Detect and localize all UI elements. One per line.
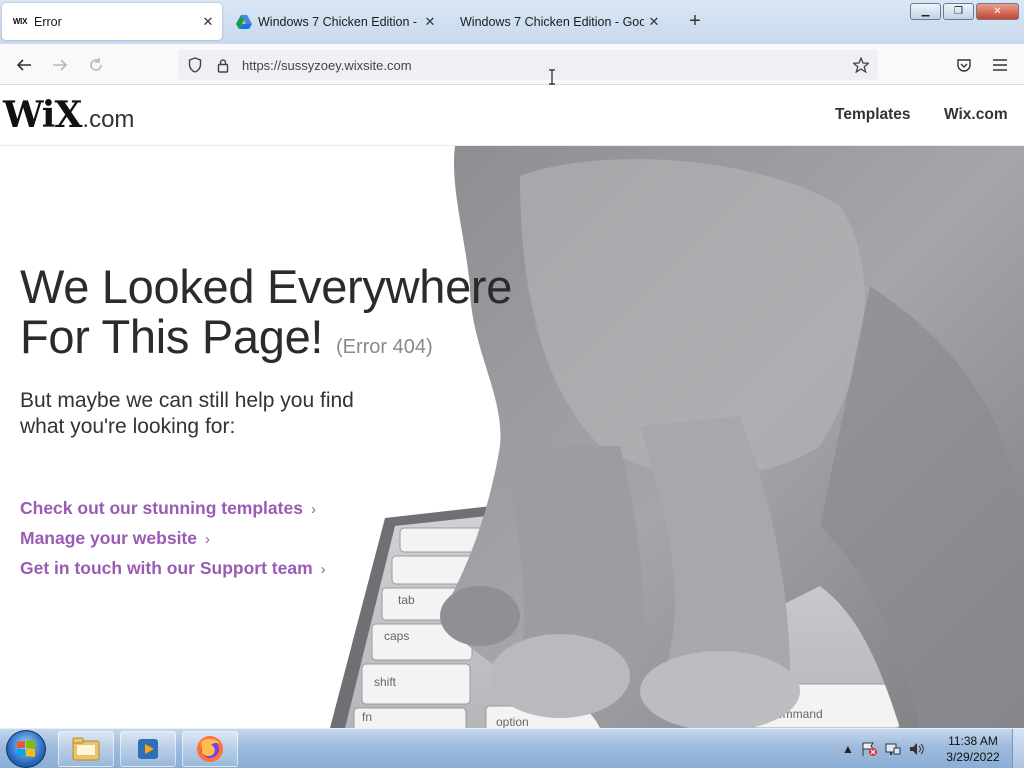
chevron-right-icon: ›	[310, 501, 316, 518]
svg-text:shift: shift	[374, 675, 397, 689]
network-icon[interactable]	[884, 741, 902, 757]
start-button[interactable]	[6, 730, 46, 768]
wix-logo-wordmark: WiX	[3, 94, 82, 136]
explorer-taskbar-button[interactable]	[58, 731, 114, 767]
svg-text:caps: caps	[384, 629, 409, 643]
tab-title: Windows 7 Chicken Edition - Go	[258, 14, 420, 29]
system-tray: ▲	[842, 729, 926, 768]
back-arrow-icon[interactable]	[12, 53, 36, 77]
media-player-taskbar-button[interactable]	[120, 731, 176, 767]
restore-icon[interactable]: ❐	[943, 3, 974, 20]
minimize-icon[interactable]: ▁	[910, 3, 941, 20]
templates-link[interactable]: Check out our stunning templates ›	[20, 496, 326, 526]
page-heading: We Looked Everywhere For This Page! (Err…	[20, 262, 512, 372]
google-drive-icon	[236, 14, 252, 30]
close-tab-icon[interactable]: ✕	[420, 12, 440, 32]
svg-text:fn: fn	[362, 710, 372, 724]
wix-logo[interactable]: WiX .com	[3, 94, 134, 136]
subtext: But maybe we can still help you find wha…	[20, 389, 354, 438]
action-center-flag-icon[interactable]	[860, 741, 878, 757]
wix-header: WiX .com Templates Wix.com	[0, 85, 1024, 146]
hamburger-menu-icon[interactable]	[988, 53, 1012, 77]
tab-windows7-1[interactable]: Windows 7 Chicken Edition - Go ✕	[226, 3, 444, 40]
nav-wixcom-link[interactable]: Wix.com	[944, 106, 1008, 124]
new-tab-plus-icon[interactable]: +	[684, 11, 706, 33]
reload-icon[interactable]	[84, 53, 108, 77]
pocket-icon[interactable]	[952, 53, 976, 77]
nav-templates-link[interactable]: Templates	[835, 106, 911, 124]
svg-text:option: option	[496, 715, 529, 728]
show-desktop-button[interactable]	[1012, 729, 1024, 768]
volume-icon[interactable]	[908, 741, 926, 757]
close-window-icon[interactable]: ✕	[976, 3, 1019, 20]
clock-time: 11:38 AM	[948, 734, 998, 748]
window-controls: ▁ ❐ ✕	[910, 3, 1019, 20]
chevron-right-icon: ›	[320, 561, 326, 578]
firefox-icon	[197, 736, 223, 762]
tab-title: Error	[34, 14, 62, 29]
tab-error[interactable]: WIX Error ✕	[2, 3, 222, 40]
heading-line1: We Looked Everywhere	[20, 260, 513, 313]
forward-arrow-icon[interactable]	[48, 53, 72, 77]
tracking-shield-icon[interactable]	[184, 54, 206, 76]
address-bar[interactable]: https://sussyzoey.wixsite.com	[178, 50, 878, 80]
help-links: Check out our stunning templates › Manage…	[20, 496, 326, 586]
tab-title: Windows 7 Chicken Edition - Googl	[460, 14, 644, 29]
error-code: (Error 404)	[335, 336, 433, 358]
close-tab-icon[interactable]: ✕	[644, 12, 664, 32]
nav-toolbar: https://sussyzoey.wixsite.com	[0, 44, 1024, 85]
windows-logo-icon	[17, 740, 35, 757]
hero-section: tab caps shift fn option command We Look…	[0, 146, 1024, 728]
support-link-label: Get in touch with our Support team	[20, 558, 313, 578]
wix-favicon-icon: WIX	[12, 17, 28, 26]
system-clock[interactable]: 11:38 AM 3/29/2022	[938, 733, 1008, 765]
text-cursor-icon	[549, 69, 555, 85]
heading-line2: For This Page!	[20, 310, 324, 363]
bookmark-star-icon[interactable]	[850, 54, 872, 76]
support-link[interactable]: Get in touch with our Support team ›	[20, 556, 326, 586]
manage-website-link[interactable]: Manage your website ›	[20, 526, 326, 556]
chevron-right-icon: ›	[205, 531, 210, 548]
url-text[interactable]: https://sussyzoey.wixsite.com	[242, 58, 412, 73]
close-tab-icon[interactable]: ✕	[198, 12, 218, 32]
media-player-icon	[138, 739, 158, 759]
lock-icon[interactable]	[212, 54, 234, 76]
wix-logo-suffix: .com	[82, 106, 135, 133]
folder-icon	[72, 737, 100, 761]
clock-date: 3/29/2022	[946, 750, 1000, 764]
taskbar: ▲ 11:38 AM 3/29/2022	[0, 728, 1024, 768]
svg-text:tab: tab	[398, 593, 415, 607]
firefox-taskbar-button[interactable]	[182, 731, 238, 767]
show-hidden-icons-icon[interactable]: ▲	[842, 742, 854, 756]
manage-website-link-label: Manage your website	[20, 528, 197, 548]
tab-windows7-2[interactable]: Windows 7 Chicken Edition - Googl ✕	[450, 3, 668, 40]
templates-link-label: Check out our stunning templates	[20, 498, 303, 518]
tab-strip: WIX Error ✕ Windows 7 Chicken Edition - …	[0, 0, 1024, 44]
